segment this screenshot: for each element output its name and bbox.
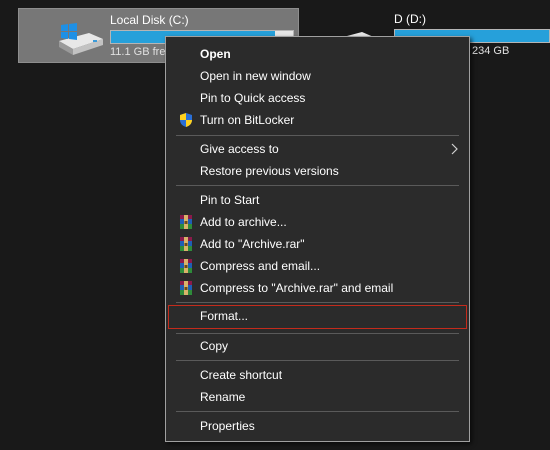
menu-item-compress-to-rar-and-email-label: Compress to "Archive.rar" and email <box>200 281 394 295</box>
menu-item-compress-and-email-label: Compress and email... <box>200 259 321 273</box>
winrar-icon <box>180 237 192 251</box>
menu-item-open-label: Open <box>200 47 231 61</box>
menu-item-properties-label: Properties <box>200 419 255 433</box>
drive-d-name: D (D:) <box>394 12 426 26</box>
menu-item-format[interactable]: Format... <box>168 305 467 329</box>
menu-separator <box>176 360 459 361</box>
explorer-drives-view: Local Disk (C:) 11.1 GB fre D (D:) 234 G… <box>0 0 550 450</box>
menu-item-add-to-archive[interactable]: Add to archive... <box>168 211 467 233</box>
menu-item-restore-previous-versions[interactable]: Restore previous versions <box>168 160 467 182</box>
menu-item-pin-quick-access[interactable]: Pin to Quick access <box>168 87 467 109</box>
drive-c-name: Local Disk (C:) <box>110 13 189 27</box>
menu-item-turn-on-bitlocker[interactable]: Turn on BitLocker <box>168 109 467 131</box>
menu-item-rename-label: Rename <box>200 390 246 404</box>
menu-item-add-to-archive-label: Add to archive... <box>200 215 287 229</box>
menu-item-give-access-to[interactable]: Give access to <box>168 138 467 160</box>
menu-item-create-shortcut[interactable]: Create shortcut <box>168 364 467 386</box>
menu-item-format-label: Format... <box>200 309 249 323</box>
uac-shield-icon <box>180 113 192 127</box>
menu-item-pin-to-start[interactable]: Pin to Start <box>168 189 467 211</box>
menu-item-create-shortcut-label: Create shortcut <box>200 368 283 382</box>
menu-item-pin-to-start-label: Pin to Start <box>200 193 260 207</box>
menu-item-copy[interactable]: Copy <box>168 335 467 357</box>
context-menu: Open Open in new window Pin to Quick acc… <box>165 36 470 442</box>
menu-item-turn-on-bitlocker-label: Turn on BitLocker <box>200 113 295 127</box>
menu-item-give-access-to-label: Give access to <box>200 142 279 156</box>
menu-separator <box>176 185 459 186</box>
drive-d-free-space: 234 GB <box>472 45 510 57</box>
menu-item-open-new-window[interactable]: Open in new window <box>168 65 467 87</box>
menu-separator <box>176 135 459 136</box>
menu-item-pin-quick-access-label: Pin to Quick access <box>200 91 306 105</box>
menu-item-rename[interactable]: Rename <box>168 386 467 408</box>
menu-item-compress-and-email[interactable]: Compress and email... <box>168 255 467 277</box>
winrar-icon <box>180 281 192 295</box>
windows-drive-icon <box>59 23 103 55</box>
menu-item-compress-to-rar-and-email[interactable]: Compress to "Archive.rar" and email <box>168 277 467 299</box>
menu-item-add-to-archive-rar-label: Add to "Archive.rar" <box>200 237 305 251</box>
winrar-icon <box>180 215 192 229</box>
menu-separator <box>176 411 459 412</box>
menu-item-restore-previous-versions-label: Restore previous versions <box>200 164 339 178</box>
menu-separator <box>176 302 459 303</box>
chevron-right-icon <box>451 143 458 155</box>
menu-item-copy-label: Copy <box>200 339 229 353</box>
menu-item-add-to-archive-rar[interactable]: Add to "Archive.rar" <box>168 233 467 255</box>
winrar-icon <box>180 259 192 273</box>
drive-c-free-space: 11.1 GB fre <box>110 46 166 58</box>
menu-item-properties[interactable]: Properties <box>168 415 467 437</box>
menu-item-open[interactable]: Open <box>168 43 467 65</box>
menu-item-open-new-window-label: Open in new window <box>200 69 311 83</box>
menu-separator <box>176 333 459 334</box>
